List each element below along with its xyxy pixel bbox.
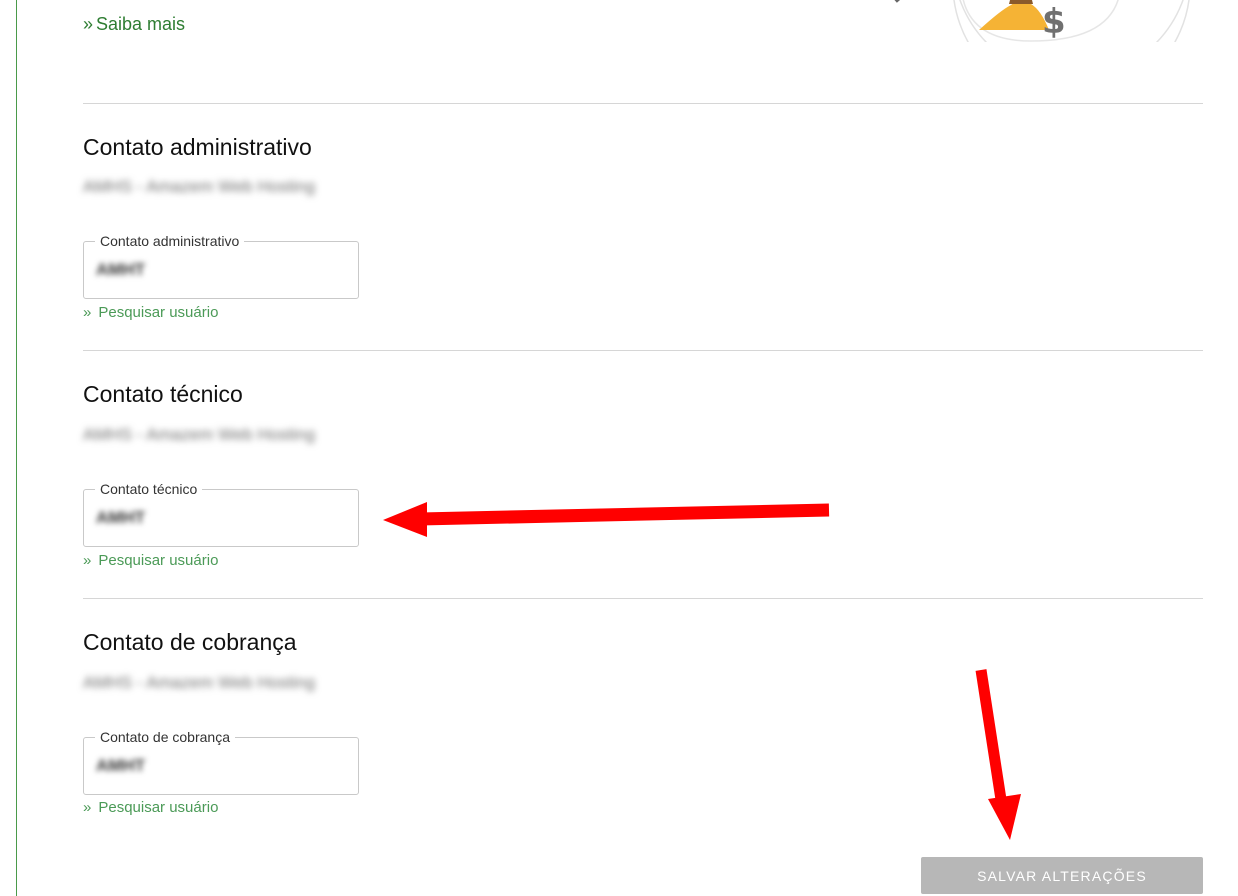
left-pointing-arrow-icon	[383, 502, 830, 537]
annotation-arrows	[383, 502, 1021, 840]
down-pointing-arrow-icon	[975, 669, 1021, 840]
